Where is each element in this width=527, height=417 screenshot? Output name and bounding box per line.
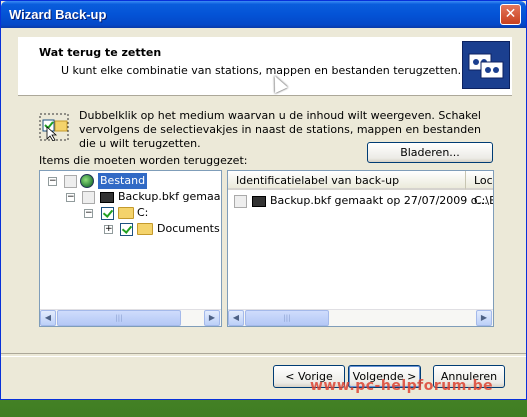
- button-separator: [1, 353, 526, 357]
- expand-icon[interactable]: +: [104, 225, 113, 234]
- tree-horizontal-scrollbar[interactable]: ◀ ||| ▶: [40, 309, 221, 326]
- tree-checkbox-documents[interactable]: [120, 223, 133, 236]
- column-header-location[interactable]: Loc: [466, 171, 493, 190]
- folder-icon: [137, 223, 153, 235]
- scroll-thumb[interactable]: |||: [57, 310, 181, 326]
- select-items-icon: [39, 113, 69, 142]
- scroll-right-icon[interactable]: ▶: [204, 310, 220, 326]
- tree-checkbox-bestand[interactable]: [64, 175, 77, 188]
- list-item-location: C:\E: [474, 194, 494, 207]
- tree-label-backup-file: Backup.bkf gemaakt: [118, 190, 222, 203]
- collapse-icon[interactable]: −: [66, 193, 75, 202]
- file-media-icon: [80, 174, 94, 188]
- tree-checkbox-drive-c[interactable]: [101, 207, 114, 220]
- close-button[interactable]: ✕: [500, 4, 521, 25]
- scroll-right-icon[interactable]: ▶: [476, 310, 492, 326]
- page-subtitle: U kunt elke combinatie van stations, map…: [61, 64, 462, 77]
- backup-file-icon: [100, 192, 114, 203]
- scroll-left-icon[interactable]: ◀: [40, 310, 56, 326]
- backup-file-icon: [252, 196, 266, 207]
- list-item-label: Backup.bkf gemaakt op 27/07/2009 o...: [270, 194, 488, 207]
- backup-wizard-window: Wizard Back-up ✕ Wat terug te zetten U k…: [0, 0, 527, 400]
- browse-button[interactable]: Bladeren...: [367, 142, 493, 163]
- page-title: Wat terug te zetten: [39, 46, 162, 59]
- list-item-checkbox[interactable]: [234, 195, 247, 208]
- column-header-label[interactable]: Identificatielabel van back-up: [228, 171, 466, 190]
- tree-node-bestand[interactable]: − Bestand: [40, 173, 221, 189]
- tree-label-bestand: Bestand: [98, 173, 148, 189]
- backup-list-view[interactable]: Identificatielabel van back-up Loc Backu…: [227, 170, 494, 327]
- title-bar[interactable]: Wizard Back-up ✕: [1, 1, 526, 28]
- scroll-thumb[interactable]: |||: [245, 310, 329, 326]
- items-to-restore-label: Items die moeten worden teruggezet:: [39, 154, 248, 167]
- restore-tree-view[interactable]: − Bestand − Backup.bkf gemaakt − C: + Do…: [39, 170, 222, 327]
- tree-node-documents[interactable]: + Documents a: [40, 221, 221, 237]
- drive-folder-icon: [118, 207, 134, 219]
- list-horizontal-scrollbar[interactable]: ◀ ||| ▶: [228, 309, 493, 326]
- close-icon: ✕: [504, 6, 517, 22]
- backup-tapes-icon: [462, 41, 510, 89]
- watermark: www.pc-helpforum.be: [310, 378, 494, 394]
- collapse-icon[interactable]: −: [84, 209, 93, 218]
- tree-node-drive-c[interactable]: − C:: [40, 205, 221, 221]
- tree-checkbox-backup-file[interactable]: [82, 191, 95, 204]
- tree-node-backup-file[interactable]: − Backup.bkf gemaakt: [40, 189, 221, 205]
- window-title: Wizard Back-up: [9, 7, 107, 22]
- tree-label-documents: Documents a: [157, 222, 221, 235]
- scroll-left-icon[interactable]: ◀: [228, 310, 244, 326]
- tree-label-drive-c: C:: [137, 206, 149, 219]
- collapse-icon[interactable]: −: [48, 177, 57, 186]
- wizard-header: Wat terug te zetten U kunt elke combinat…: [18, 37, 512, 96]
